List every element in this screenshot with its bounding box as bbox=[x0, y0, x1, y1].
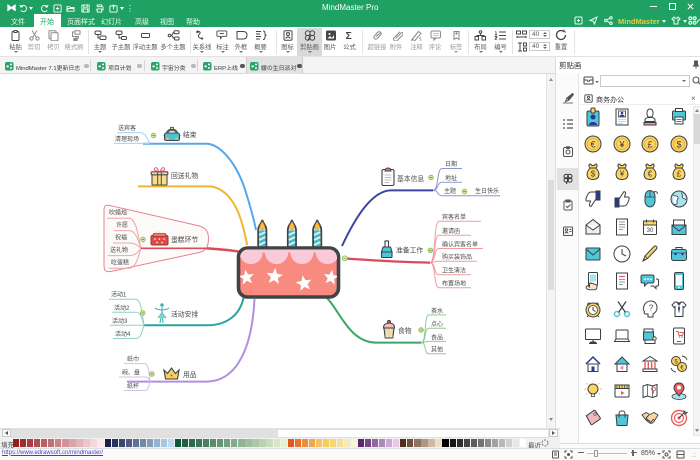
svg-text:主题: 主题 bbox=[444, 187, 456, 195]
svg-text:许愿: 许愿 bbox=[116, 221, 128, 229]
svg-text:购买装饰品: 购买装饰品 bbox=[442, 253, 472, 261]
svg-text:碗、盘: 碗、盘 bbox=[122, 369, 140, 377]
svg-text:生日快乐: 生日快乐 bbox=[475, 187, 499, 195]
svg-text:30: 30 bbox=[647, 228, 654, 234]
svg-text:活动安排: 活动安排 bbox=[171, 310, 198, 319]
svg-text:纸巾: 纸巾 bbox=[127, 355, 139, 363]
svg-text:送宾客: 送宾客 bbox=[118, 124, 136, 132]
svg-text:€: € bbox=[648, 169, 653, 178]
svg-text:$: $ bbox=[591, 169, 596, 178]
svg-text:活动3: 活动3 bbox=[112, 317, 128, 325]
svg-text:?: ? bbox=[649, 303, 654, 312]
svg-text:送礼物: 送礼物 bbox=[110, 246, 128, 254]
svg-text:食物: 食物 bbox=[398, 326, 412, 335]
svg-text:其他: 其他 bbox=[431, 346, 443, 354]
svg-text:吹蜡烛: 吹蜡烛 bbox=[109, 209, 127, 217]
svg-text:邀请函: 邀请函 bbox=[442, 227, 460, 235]
svg-text:结束: 结束 bbox=[183, 130, 197, 139]
svg-text:¥: ¥ bbox=[618, 169, 624, 178]
svg-text:蛋糕环节: 蛋糕环节 bbox=[171, 235, 198, 244]
svg-text:基本信息: 基本信息 bbox=[397, 174, 424, 183]
svg-text:布置场地: 布置场地 bbox=[442, 280, 466, 288]
svg-text:£: £ bbox=[676, 169, 681, 178]
svg-text:地址: 地址 bbox=[445, 174, 457, 182]
svg-text:用品: 用品 bbox=[183, 371, 197, 379]
svg-text:$: $ bbox=[676, 140, 681, 150]
svg-text:纸杯: 纸杯 bbox=[127, 382, 139, 390]
svg-text:日期: 日期 bbox=[445, 160, 457, 168]
svg-text:宾客名单: 宾客名单 bbox=[442, 213, 466, 221]
svg-text:准备工作: 准备工作 bbox=[396, 246, 423, 255]
svg-text:吃蛋糕: 吃蛋糕 bbox=[111, 259, 129, 267]
svg-text:活动4: 活动4 bbox=[115, 330, 131, 338]
svg-text:活动1: 活动1 bbox=[111, 291, 127, 299]
svg-text:£: £ bbox=[647, 140, 652, 150]
svg-text:¥: ¥ bbox=[618, 140, 625, 150]
svg-text:茶水: 茶水 bbox=[431, 307, 443, 315]
svg-text:祝福: 祝福 bbox=[115, 234, 127, 242]
svg-text:卫生清洁: 卫生清洁 bbox=[442, 267, 466, 275]
svg-text:活动2: 活动2 bbox=[114, 304, 130, 312]
svg-text:回送礼物: 回送礼物 bbox=[171, 171, 198, 180]
svg-text:食品: 食品 bbox=[431, 333, 443, 341]
svg-text:€: € bbox=[590, 140, 595, 150]
svg-text:清理现场: 清理现场 bbox=[115, 135, 139, 143]
svg-text:¥: ¥ bbox=[620, 365, 624, 372]
svg-text:点心: 点心 bbox=[431, 320, 443, 328]
svg-text:确认宾客名单: 确认宾客名单 bbox=[442, 240, 478, 248]
